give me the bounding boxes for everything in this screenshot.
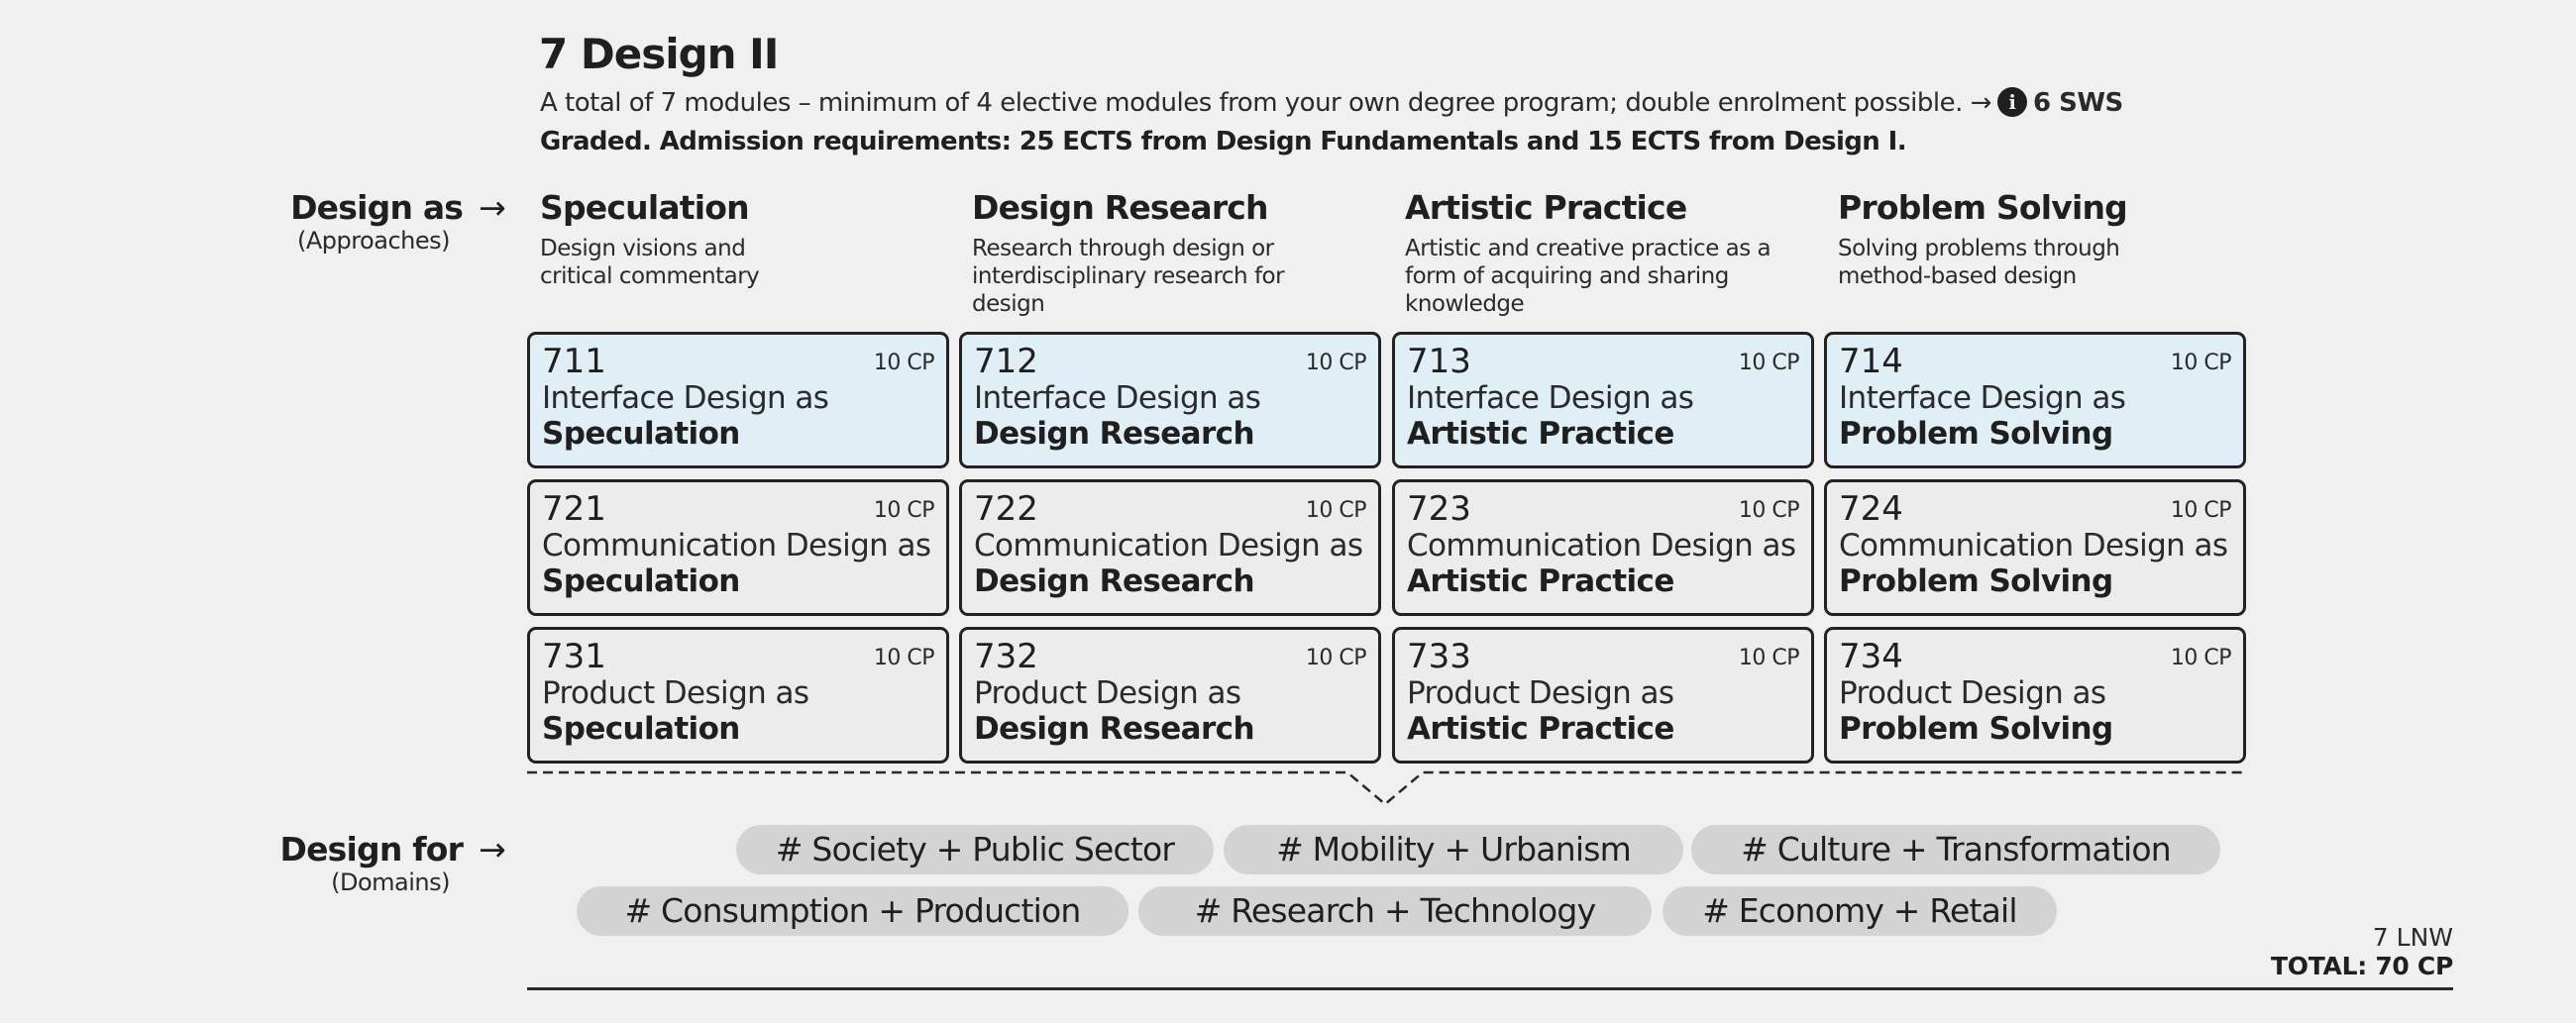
bottom-rule	[527, 987, 2453, 990]
domain-tag-research[interactable]: # Research + Technology	[1138, 886, 1652, 936]
sws-value: 6 SWS	[2032, 88, 2123, 118]
module-approach: Problem Solving	[1839, 563, 2113, 599]
domain-tag-society[interactable]: # Society + Public Sector	[736, 825, 1214, 874]
design-as-label: Design as → (Approaches)	[198, 188, 506, 255]
module-discipline: Communication Design as	[542, 528, 931, 563]
module-card-732[interactable]: 732 10 CP Product Design as Design Resea…	[959, 627, 1381, 764]
approach-text: Research through design or interdiscipli…	[972, 236, 1285, 317]
approach-name: Design Research	[972, 188, 1269, 227]
approach-name: Problem Solving	[1838, 188, 2128, 227]
module-card-731[interactable]: 731 10 CP Product Design as Speculation	[527, 627, 949, 764]
module-approach: Artistic Practice	[1407, 416, 1674, 452]
total-credits: TOTAL: 70 CP	[2271, 952, 2453, 980]
admission-requirements: Graded. Admission requirements: 25 ECTS …	[540, 127, 1907, 156]
domain-tag-economy[interactable]: # Economy + Retail	[1663, 886, 2057, 936]
module-credits: 10 CP	[1738, 351, 1800, 375]
approach-name: Artistic Practice	[1405, 188, 1687, 227]
module-card-733[interactable]: 733 10 CP Product Design as Artistic Pra…	[1392, 627, 1814, 764]
module-card-724[interactable]: 724 10 CP Communication Design as Proble…	[1824, 479, 2246, 616]
module-credits: 10 CP	[1305, 498, 1367, 523]
page-title: 7 Design II	[539, 30, 779, 78]
module-card-712[interactable]: 712 10 CP Interface Design as Design Res…	[959, 332, 1381, 468]
domain-tag-consumption[interactable]: # Consumption + Production	[577, 886, 1128, 936]
dashed-chevron-line	[527, 770, 2246, 806]
domain-tag-mobility[interactable]: # Mobility + Urbanism	[1224, 825, 1683, 874]
approach-text: Design visions and critical commentary	[540, 236, 760, 289]
module-card-734[interactable]: 734 10 CP Product Design as Problem Solv…	[1824, 627, 2246, 764]
module-credits: 10 CP	[873, 646, 935, 670]
arrow-right-icon: →	[479, 830, 506, 869]
module-approach: Problem Solving	[1839, 416, 2113, 452]
dashed-divider-chevron	[527, 770, 2246, 806]
module-card-711[interactable]: 711 10 CP Interface Design as Speculatio…	[527, 332, 949, 468]
module-card-714[interactable]: 714 10 CP Interface Design as Problem So…	[1824, 332, 2246, 468]
module-approach: Speculation	[542, 563, 740, 599]
approach-artistic-practice: Artistic Practice Artistic and creative …	[1405, 188, 1821, 318]
module-discipline: Communication Design as	[1839, 528, 2228, 563]
module-discipline: Interface Design as	[1839, 380, 2126, 416]
module-approach: Design Research	[974, 563, 1255, 599]
module-card-721[interactable]: 721 10 CP Communication Design as Specul…	[527, 479, 949, 616]
module-description: A total of 7 modules – minimum of 4 elec…	[540, 87, 2123, 118]
design-for-label: Design for → (Domains)	[198, 830, 506, 896]
module-discipline: Product Design as	[1839, 675, 2106, 711]
module-approach: Design Research	[974, 711, 1255, 747]
approach-text: Artistic and creative practice as a form…	[1405, 236, 1771, 317]
module-discipline: Communication Design as	[1407, 528, 1796, 563]
module-discipline: Interface Design as	[974, 380, 1261, 416]
module-credits: 10 CP	[2170, 351, 2232, 375]
module-card-723[interactable]: 723 10 CP Communication Design as Artist…	[1392, 479, 1814, 616]
module-credits: 10 CP	[1738, 498, 1800, 523]
module-approach: Design Research	[974, 416, 1255, 452]
module-approach: Speculation	[542, 711, 740, 747]
design-as-text: Design as	[290, 188, 464, 227]
totals: 7 LNW TOTAL: 70 CP	[2271, 923, 2453, 980]
module-credits: 10 CP	[873, 498, 935, 523]
module-discipline: Product Design as	[542, 675, 809, 711]
module-card-722[interactable]: 722 10 CP Communication Design as Design…	[959, 479, 1381, 616]
module-credits: 10 CP	[873, 351, 935, 375]
arrow-right-icon: →	[479, 188, 506, 227]
module-discipline: Interface Design as	[542, 380, 829, 416]
module-approach: Speculation	[542, 416, 740, 452]
approach-speculation: Speculation Design visions and critical …	[540, 188, 956, 290]
module-discipline: Communication Design as	[974, 528, 1363, 563]
approach-name: Speculation	[540, 188, 750, 227]
module-approach: Artistic Practice	[1407, 711, 1674, 747]
module-discipline: Interface Design as	[1407, 380, 1694, 416]
module-credits: 10 CP	[1305, 351, 1367, 375]
approach-text: Solving problems through method-based de…	[1838, 236, 2120, 289]
domains-sublabel: (Domains)	[331, 869, 450, 896]
module-discipline: Product Design as	[1407, 675, 1674, 711]
module-credits: 10 CP	[1305, 646, 1367, 670]
domain-tag-culture[interactable]: # Culture + Transformation	[1691, 825, 2220, 874]
lnw-count: 7 LNW	[2372, 923, 2453, 952]
info-icon[interactable]: i	[1996, 87, 2027, 117]
design-for-text: Design for	[279, 830, 464, 869]
module-card-713[interactable]: 713 10 CP Interface Design as Artistic P…	[1392, 332, 1814, 468]
module-credits: 10 CP	[1738, 646, 1800, 670]
approaches-sublabel: (Approaches)	[296, 227, 451, 255]
module-credits: 10 CP	[2170, 646, 2232, 670]
module-approach: Problem Solving	[1839, 711, 2113, 747]
module-discipline: Product Design as	[974, 675, 1241, 711]
description-text: A total of 7 modules – minimum of 4 elec…	[540, 88, 1991, 118]
module-approach: Artistic Practice	[1407, 563, 1674, 599]
approach-problem-solving: Problem Solving Solving problems through…	[1838, 188, 2254, 290]
approach-design-research: Design Research Research through design …	[972, 188, 1388, 318]
module-credits: 10 CP	[2170, 498, 2232, 523]
